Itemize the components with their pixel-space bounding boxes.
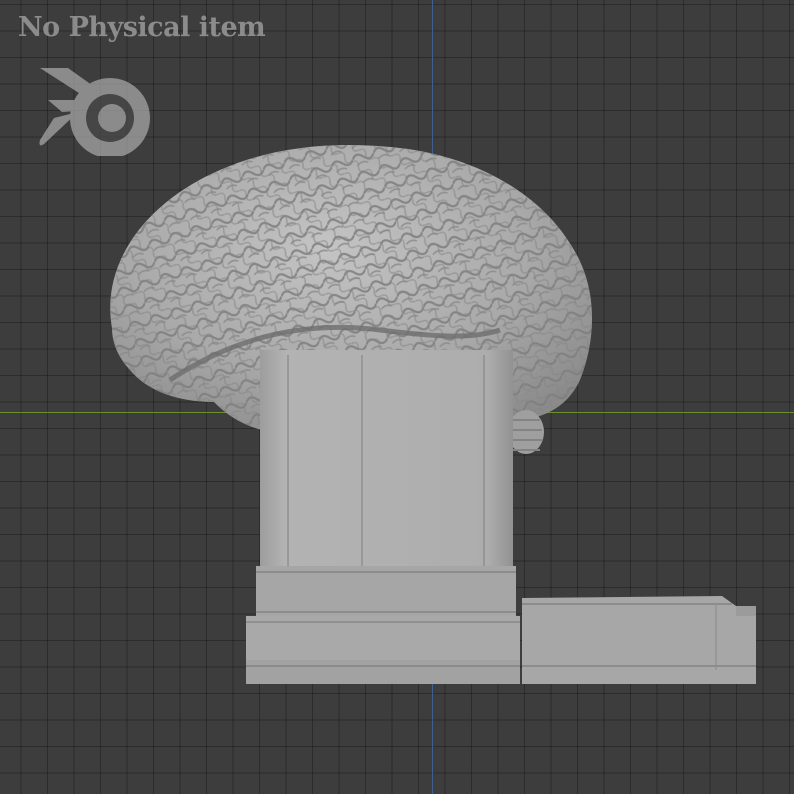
3d-viewport[interactable]: No Physical item (0, 0, 794, 794)
display-stand (246, 350, 520, 684)
model-render (110, 144, 756, 684)
side-tray (522, 596, 756, 684)
